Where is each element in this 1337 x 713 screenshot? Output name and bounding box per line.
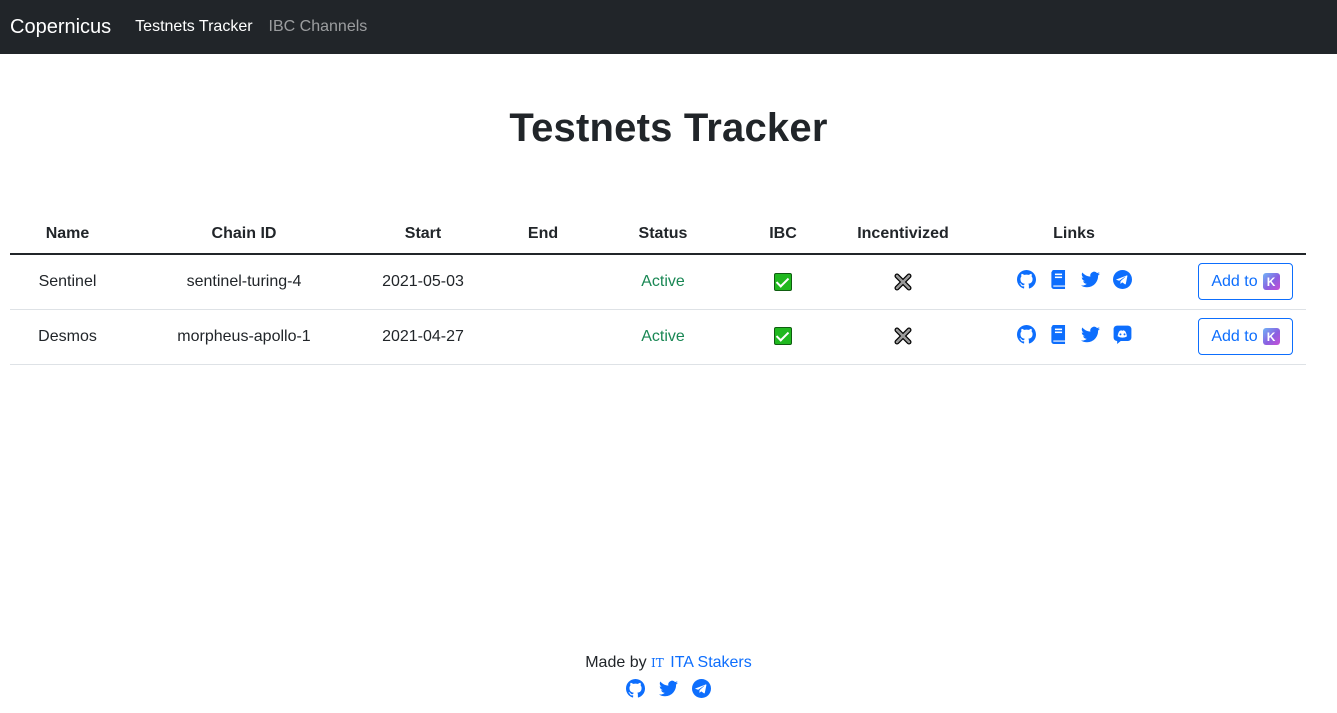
ita-stakers-logo-icon: IT: [651, 656, 664, 670]
header-incentivized: Incentivized: [843, 214, 963, 255]
keplr-icon: K: [1262, 328, 1280, 345]
cell-links: [963, 254, 1185, 310]
telegram-icon[interactable]: [692, 679, 711, 698]
check-icon: [774, 327, 792, 346]
add-to-label: Add to: [1211, 327, 1258, 345]
table-row: Desmos morpheus-apollo-1 2021-04-27 Acti…: [10, 309, 1306, 365]
cell-start: 2021-04-27: [363, 309, 483, 365]
header-status: Status: [603, 214, 723, 255]
header-name: Name: [10, 214, 125, 255]
header-ibc: IBC: [723, 214, 843, 255]
footer-made-by: Made by: [585, 654, 647, 671]
nav-link-testnets-tracker[interactable]: Testnets Tracker: [135, 18, 252, 36]
cell-links: [963, 309, 1185, 365]
github-icon[interactable]: [1016, 269, 1036, 289]
cell-ibc: [723, 254, 843, 310]
add-to-keplr-button[interactable]: Add to K: [1198, 318, 1293, 355]
footer-brand-link[interactable]: IT ITA Stakers: [651, 654, 752, 671]
cell-start: 2021-05-03: [363, 254, 483, 310]
github-icon[interactable]: [626, 679, 645, 698]
discord-icon[interactable]: [1113, 325, 1132, 344]
header-start: Start: [363, 214, 483, 255]
cell-incentivized: [843, 254, 963, 310]
status-badge: Active: [603, 254, 723, 310]
twitter-icon[interactable]: [659, 679, 678, 698]
telegram-icon[interactable]: [1112, 269, 1132, 289]
footer-brand-label: ITA Stakers: [670, 654, 752, 671]
footer-social-links: [0, 679, 1337, 698]
cross-icon: [894, 273, 912, 291]
cell-chain-id: morpheus-apollo-1: [125, 309, 363, 365]
cell-action: Add to K: [1185, 309, 1306, 365]
twitter-icon[interactable]: [1080, 270, 1100, 289]
table-header-row: Name Chain ID Start End Status IBC Incen…: [10, 214, 1306, 255]
testnets-table: Name Chain ID Start End Status IBC Incen…: [10, 214, 1306, 365]
header-action: [1185, 214, 1306, 255]
cell-incentivized: [843, 309, 963, 365]
cell-end: [483, 254, 603, 310]
add-to-label: Add to: [1211, 272, 1258, 290]
cell-ibc: [723, 309, 843, 365]
cell-name: Sentinel: [10, 254, 125, 310]
status-badge: Active: [603, 309, 723, 365]
book-icon[interactable]: [1049, 269, 1068, 289]
header-chain-id: Chain ID: [125, 214, 363, 255]
page-title: Testnets Tracker: [509, 106, 828, 150]
check-icon: [774, 272, 792, 291]
header-links: Links: [963, 214, 1185, 255]
cell-name: Desmos: [10, 309, 125, 365]
add-to-keplr-button[interactable]: Add to K: [1198, 263, 1293, 301]
book-icon[interactable]: [1049, 324, 1068, 344]
cross-icon: [894, 327, 912, 345]
twitter-icon[interactable]: [1080, 325, 1100, 344]
footer: Made by IT ITA Stakers: [0, 654, 1337, 698]
footer-credit: Made by IT ITA Stakers: [0, 654, 1337, 672]
cell-end: [483, 309, 603, 365]
cell-action: Add to K: [1185, 254, 1306, 310]
navbar: Copernicus Testnets Tracker IBC Channels: [0, 0, 1337, 54]
table-row: Sentinel sentinel-turing-4 2021-05-03 Ac…: [10, 254, 1306, 310]
keplr-icon: K: [1262, 273, 1280, 291]
brand-link[interactable]: Copernicus: [10, 16, 111, 39]
nav-link-ibc-channels[interactable]: IBC Channels: [269, 18, 368, 36]
github-icon[interactable]: [1016, 324, 1036, 344]
header-end: End: [483, 214, 603, 255]
cell-chain-id: sentinel-turing-4: [125, 254, 363, 310]
